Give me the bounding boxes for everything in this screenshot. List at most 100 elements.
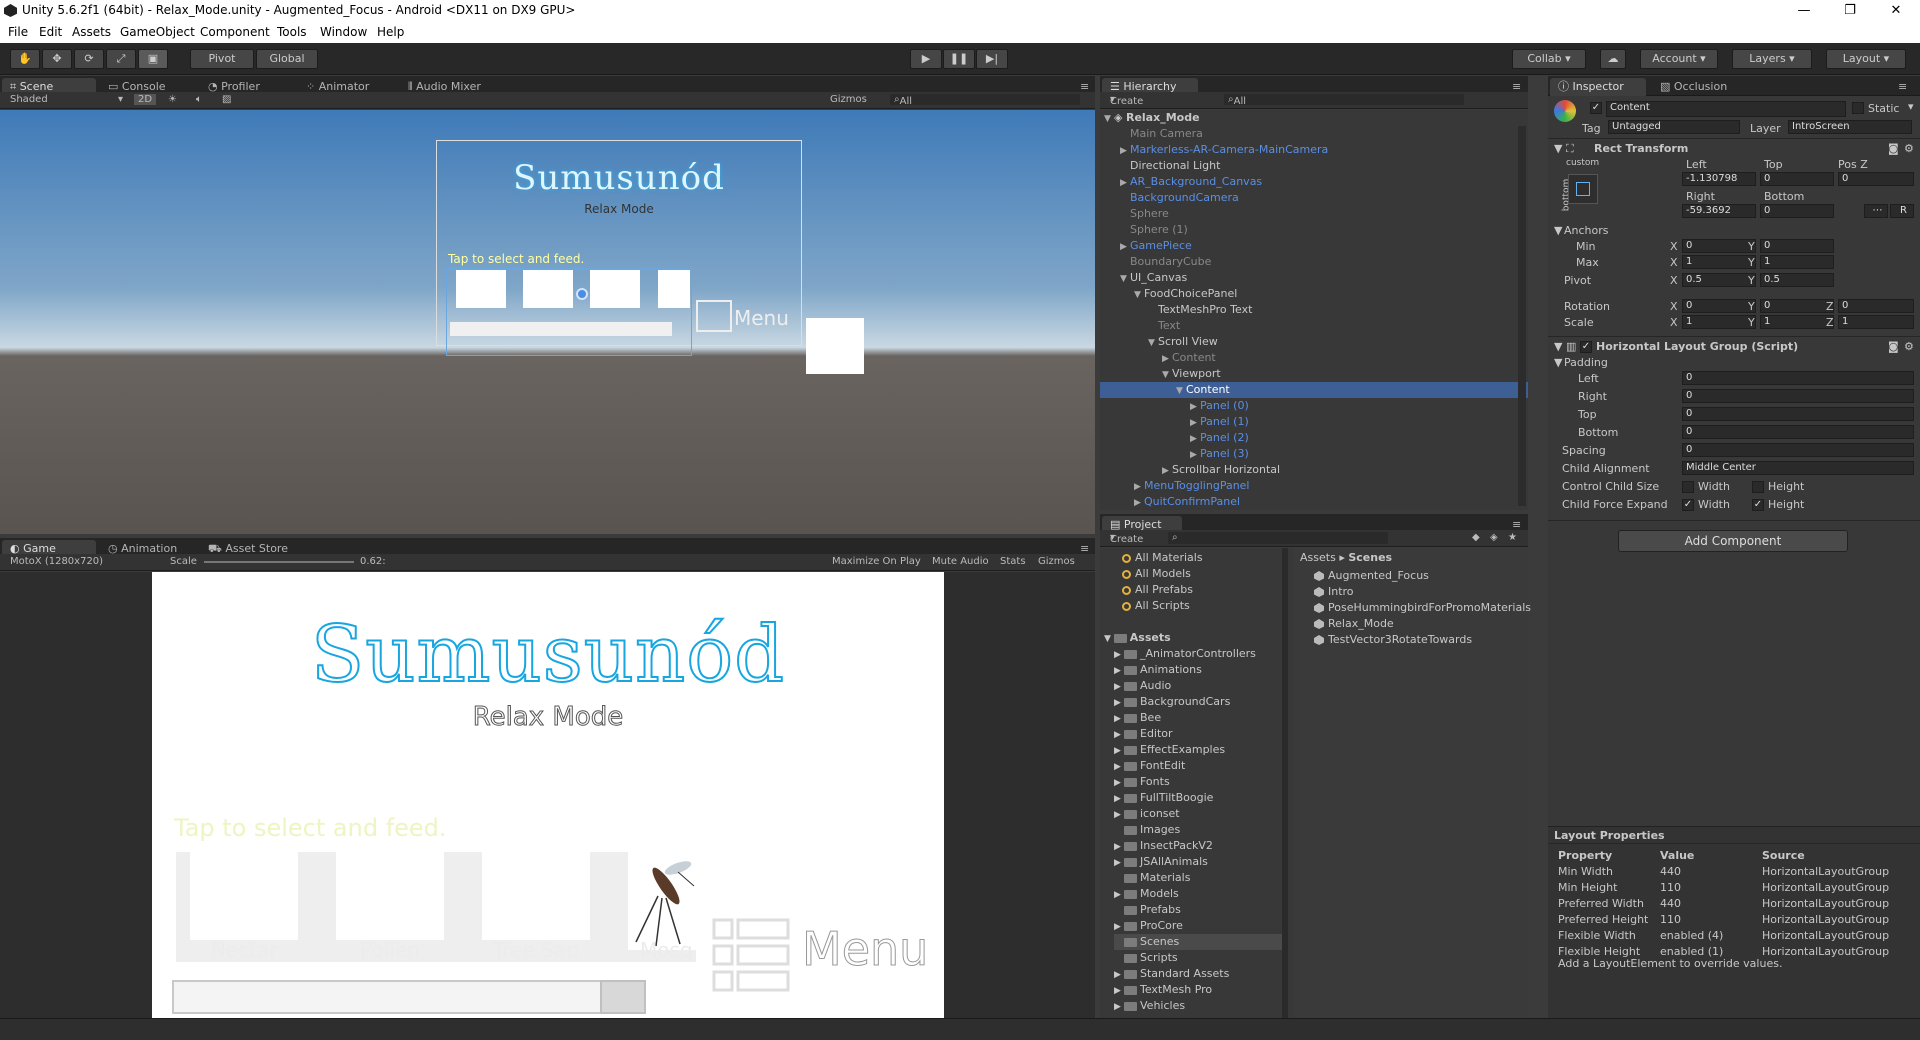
child-alignment-dropdown[interactable]: Middle Center [1682, 461, 1914, 475]
expand-right-icon[interactable]: ▶ [1190, 415, 1200, 431]
menu-tools[interactable]: Tools [277, 25, 307, 39]
project-folder[interactable]: ▶ FontEdit [1114, 758, 1282, 774]
food-card-tree-sap[interactable] [482, 852, 590, 940]
project-folder[interactable]: ▶ TextMesh Pro [1114, 982, 1282, 998]
project-folder[interactable]: ▶ EffectExamples [1114, 742, 1282, 758]
padding-top-input[interactable]: 0 [1682, 407, 1914, 421]
account-dropdown[interactable]: Account ▾ [1640, 49, 1718, 69]
hierarchy-item[interactable]: Sphere [1100, 206, 1528, 222]
hierarchy-item[interactable]: TextMeshPro Text [1100, 302, 1528, 318]
expand-right-icon[interactable]: ▶ [1114, 839, 1124, 855]
expand-right-icon[interactable]: ▶ [1134, 495, 1144, 511]
layers-dropdown[interactable]: Layers ▾ [1732, 49, 1812, 69]
project-folder[interactable]: ▶ InsectPackV2 [1114, 838, 1282, 854]
menu-gameobject[interactable]: GameObject [120, 25, 195, 39]
project-folder[interactable]: ▶ Standard Assets [1114, 966, 1282, 982]
project-folder[interactable]: ▶ JSAllAnimals [1114, 854, 1282, 870]
hierarchy-search-input[interactable]: ⌕ All [1224, 94, 1464, 107]
hierarchy-item[interactable]: ▼ UI_Canvas [1100, 270, 1528, 286]
project-folder[interactable]: ▶ Animations [1114, 662, 1282, 678]
breadcrumb-assets[interactable]: Assets [1300, 551, 1336, 564]
padding-left-input[interactable]: 0 [1682, 371, 1914, 385]
expand-right-icon[interactable]: ▶ [1114, 679, 1124, 695]
favorite-icon[interactable]: ★ [1508, 532, 1517, 543]
scale-tool-icon[interactable]: ⤢ [106, 49, 136, 69]
hierarchy-scene-root[interactable]: ▼ ◈ Relax_Mode [1100, 110, 1528, 126]
project-create-dropdown[interactable]: Create ▾ [1110, 532, 1143, 545]
collab-dropdown[interactable]: Collab ▾ [1512, 49, 1586, 69]
expand-right-icon[interactable]: ▶ [1114, 791, 1124, 807]
expand-right-icon[interactable]: ▶ [1114, 743, 1124, 759]
expand-right-icon[interactable]: ▶ [1114, 647, 1124, 663]
project-folder[interactable]: ▶ BackgroundCars [1114, 694, 1282, 710]
mute-audio-toggle[interactable]: Mute Audio [932, 556, 989, 567]
hierarchy-create-dropdown[interactable]: Create ▾ [1110, 94, 1143, 107]
expand-right-icon[interactable]: ▶ [1190, 447, 1200, 463]
expand-right-icon[interactable]: ▶ [1114, 983, 1124, 999]
active-checkbox[interactable]: ✓ [1590, 102, 1602, 114]
expand-right-icon[interactable]: ▶ [1114, 663, 1124, 679]
hierarchy-item[interactable]: ▶ GamePiece [1100, 238, 1528, 254]
hlg-collapse-icon[interactable]: ▼ [1554, 340, 1562, 353]
rotation-z-input[interactable]: 0 [1838, 299, 1914, 313]
hierarchy-item[interactable]: ▶ Panel (3) [1100, 446, 1528, 462]
play-button[interactable]: ▶ [910, 49, 942, 69]
anchor-preset-button[interactable] [1568, 174, 1598, 204]
game-canvas[interactable]: Sumusunód Relax Mode Tap to select and f… [152, 572, 944, 1018]
scene-file[interactable]: Augmented_Focus [1314, 568, 1429, 584]
static-checkbox[interactable] [1852, 102, 1864, 114]
pivot-x-input[interactable]: 0.5 [1682, 273, 1756, 287]
hierarchy-item[interactable]: ▼ Content [1100, 382, 1528, 398]
scene-view[interactable]: Sumusunód Relax Mode Tap to select and f… [0, 110, 1095, 534]
pivot-handle-icon[interactable] [576, 288, 588, 300]
scale-z-input[interactable]: 1 [1838, 315, 1914, 329]
blueprint-mode-button[interactable]: ⋯ [1864, 204, 1888, 218]
rotation-y-input[interactable]: 0 [1760, 299, 1834, 313]
cloud-icon[interactable]: ☁ [1600, 49, 1626, 69]
hierarchy-item[interactable]: ▶ Markerless-AR-Camera-MainCamera [1100, 142, 1528, 158]
filter-label-icon[interactable]: ◈ [1490, 532, 1498, 543]
expand-down-icon[interactable]: ▼ [1134, 287, 1144, 303]
display-dropdown[interactable]: MotoX (1280x720) [10, 556, 103, 567]
inspector-menu-icon[interactable]: ≡ [1890, 78, 1915, 96]
project-folder[interactable]: ▶ _AnimatorControllers [1114, 646, 1282, 662]
favorite-item[interactable]: All Scripts [1122, 598, 1190, 614]
hierarchy-item[interactable]: Main Camera [1100, 126, 1528, 142]
hierarchy-item[interactable]: ▶ MenuTogglingPanel [1100, 478, 1528, 494]
expand-right-icon[interactable]: ▶ [1114, 695, 1124, 711]
anchor-min-y-input[interactable]: 0 [1760, 239, 1834, 253]
expand-right-icon[interactable]: ▶ [1114, 807, 1124, 823]
expand-down-icon[interactable]: ▼ [1176, 383, 1186, 399]
rotation-x-input[interactable]: 0 [1682, 299, 1756, 313]
static-dropdown-icon[interactable]: ▾ [1908, 100, 1914, 113]
expand-right-icon[interactable]: ▶ [1114, 999, 1124, 1015]
bottom-input[interactable]: 0 [1760, 204, 1834, 218]
expand-width-checkbox[interactable]: ✓ [1682, 499, 1694, 511]
anchor-max-y-input[interactable]: 1 [1760, 255, 1834, 269]
minimize-button[interactable]: — [1781, 0, 1827, 22]
breadcrumb-scenes[interactable]: Scenes [1348, 551, 1392, 564]
expand-down-icon[interactable]: ▼ [1120, 271, 1130, 287]
scene-search-input[interactable]: ⌕ All [890, 94, 1080, 107]
hierarchy-scrollbar[interactable] [1518, 126, 1526, 506]
project-folder[interactable]: ▶ FullTiltBoogie [1114, 790, 1282, 806]
hierarchy-item[interactable]: ▶ Panel (1) [1100, 414, 1528, 430]
expand-down-icon[interactable]: ▼ [1162, 367, 1172, 383]
project-folder[interactable]: ▶ Editor [1114, 726, 1282, 742]
hierarchy-item[interactable]: ▶ QuitConfirmPanel [1100, 494, 1528, 510]
food-card-pollen[interactable] [336, 852, 444, 940]
hierarchy-item[interactable]: Text [1100, 318, 1528, 334]
padding-bottom-input[interactable]: 0 [1682, 425, 1914, 439]
maximize-button[interactable]: ❐ [1827, 0, 1873, 22]
pivot-toggle[interactable]: Pivot [190, 49, 254, 69]
light-icon[interactable]: ☀ [168, 94, 177, 105]
scrollbar-handle[interactable] [600, 980, 646, 1014]
favorite-item[interactable]: All Prefabs [1122, 582, 1193, 598]
rect-collapse-icon[interactable]: ▼ [1554, 142, 1562, 155]
expand-right-icon[interactable]: ▶ [1190, 399, 1200, 415]
hierarchy-item[interactable]: ▶ Panel (0) [1100, 398, 1528, 414]
food-scroll-view[interactable]: Nectar Pollen Tree Sap Mosq [176, 852, 696, 962]
hierarchy-item[interactable]: ▼ Scroll View [1100, 334, 1528, 350]
padding-right-input[interactable]: 0 [1682, 389, 1914, 403]
scene-file[interactable]: Intro [1314, 584, 1354, 600]
